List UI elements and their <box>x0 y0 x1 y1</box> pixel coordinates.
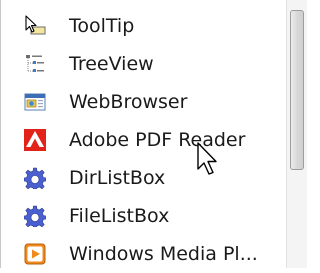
toolbox-item-treeview[interactable]: TreeView <box>0 45 286 83</box>
tooltip-icon <box>24 15 46 37</box>
webbrowser-icon <box>24 91 46 113</box>
toolbox-item-label: FileListBox <box>69 205 170 227</box>
toolbox-item-adobe-pdf-reader[interactable]: Adobe PDF Reader <box>0 121 286 159</box>
scrollbar-thumb[interactable] <box>290 10 304 170</box>
gear-icon <box>24 205 46 227</box>
toolbox-item-windows-media-player[interactable]: Windows Media Pl... <box>0 235 286 273</box>
adobe-pdf-icon <box>24 129 46 151</box>
gear-icon <box>24 167 46 189</box>
toolbox-item-webbrowser[interactable]: WebBrowser <box>0 83 286 121</box>
treeview-icon <box>24 53 46 75</box>
toolbox-item-label: ToolTip <box>69 15 135 37</box>
toolbox-item-tooltip[interactable]: ToolTip <box>0 7 286 45</box>
media-player-icon <box>24 243 46 265</box>
toolbox-item-label: DirListBox <box>69 167 166 189</box>
toolbox-item-label: Windows Media Pl... <box>69 243 258 265</box>
toolbox-item-label: TreeView <box>69 53 154 75</box>
toolbox-item-filelistbox[interactable]: FileListBox <box>0 197 286 235</box>
toolbox-list: ToolTip TreeView WebBrowser Adobe PDF Re… <box>0 0 286 268</box>
toolbox-item-dirlistbox[interactable]: DirListBox <box>0 159 286 197</box>
vertical-scrollbar[interactable] <box>286 0 307 268</box>
toolbox-item-label: WebBrowser <box>69 91 188 113</box>
toolbox-panel: ToolTip TreeView WebBrowser Adobe PDF Re… <box>0 0 307 268</box>
toolbox-item-label: Adobe PDF Reader <box>69 129 246 151</box>
